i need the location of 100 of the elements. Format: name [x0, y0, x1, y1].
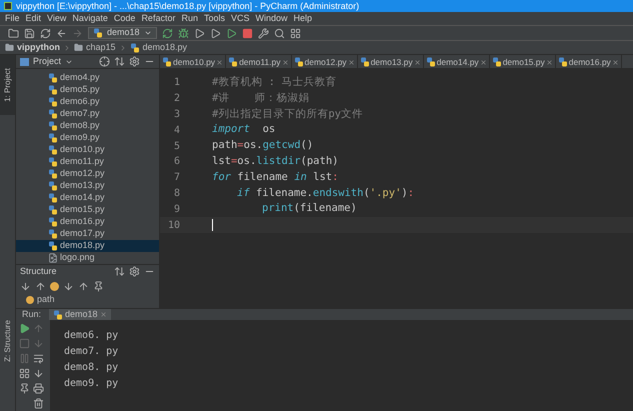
settings-icon[interactable]	[129, 56, 140, 67]
variable-icon	[26, 296, 34, 304]
tree-item[interactable]: demo18.py	[16, 240, 159, 252]
file-name: demo5.py	[60, 83, 100, 96]
editor-tab[interactable]: demo16.py	[556, 55, 622, 68]
editor-tab[interactable]: demo10.py	[160, 55, 226, 68]
tree-item[interactable]: demo10.py	[16, 144, 159, 156]
tree-item[interactable]: demo17.py	[16, 228, 159, 240]
tree-item[interactable]: demo7.py	[16, 108, 159, 120]
code-line: #列出指定目录下的所有py文件	[212, 106, 363, 122]
close-icon[interactable]	[612, 58, 619, 66]
layout-icon[interactable]	[19, 368, 30, 379]
line-number: 1	[172, 76, 180, 90]
panel-title[interactable]: Project	[33, 54, 62, 68]
python-file-icon	[426, 57, 436, 67]
editor-tab[interactable]: demo14.py	[424, 55, 490, 68]
wrench-icon[interactable]	[258, 28, 269, 38]
tree-item[interactable]: demo16.py	[16, 216, 159, 228]
menu-item[interactable]: Tools	[204, 12, 225, 26]
trash-icon[interactable]	[33, 398, 44, 409]
debug-icon[interactable]	[178, 28, 189, 38]
tree-item[interactable]: demo6.py	[16, 96, 159, 108]
tree-item[interactable]: demo5.py	[16, 84, 159, 96]
tree-item[interactable]: demo4.py	[16, 72, 159, 84]
file-name: demo12.py	[60, 167, 105, 180]
file-name: demo11.py	[60, 155, 104, 168]
soft-wrap-icon[interactable]	[33, 353, 44, 364]
python-file-icon	[48, 97, 58, 107]
pin-icon[interactable]	[19, 383, 30, 394]
breadcrumb-item[interactable]: chap15	[86, 40, 116, 54]
search-icon[interactable]	[274, 28, 285, 38]
python-file-icon	[48, 133, 58, 143]
close-icon[interactable]	[414, 58, 421, 66]
menu-item[interactable]: VCS	[230, 12, 250, 26]
crosshair-icon[interactable]	[99, 56, 110, 67]
rerun-icon[interactable]	[162, 28, 173, 38]
side-tab[interactable]: Z: Structure	[2, 320, 14, 362]
file-name: logo.png	[60, 251, 95, 264]
close-icon[interactable]	[480, 58, 487, 66]
editor-tab[interactable]: demo12.py	[292, 55, 358, 68]
code-line: if filename.endswith('.py'):	[237, 186, 414, 201]
close-icon[interactable]	[282, 58, 288, 66]
close-icon[interactable]	[546, 58, 553, 66]
save-icon[interactable]	[24, 28, 35, 38]
close-icon[interactable]	[348, 58, 355, 66]
breadcrumb-item[interactable]: demo18.py	[142, 40, 188, 54]
tree-item[interactable]: demo13.py	[16, 180, 159, 192]
tree-item[interactable]: demo11.py	[16, 156, 159, 168]
tree-item[interactable]: logo.png	[16, 252, 159, 264]
line-number: 9	[172, 202, 180, 217]
caret-icon	[144, 29, 152, 37]
menu-item[interactable]: Refactor	[141, 12, 176, 26]
text-cursor	[212, 219, 213, 232]
folder-icon[interactable]	[8, 28, 19, 38]
tree-item[interactable]: demo14.py	[16, 192, 159, 204]
close-icon[interactable]	[216, 58, 224, 66]
menu-item[interactable]: Help	[294, 12, 312, 26]
menu-item[interactable]: View	[47, 12, 66, 26]
editor-tab[interactable]: demo11.py	[226, 55, 292, 68]
output-line: demo6. py	[64, 329, 118, 342]
back-icon[interactable]	[56, 28, 67, 38]
python-file-icon	[48, 205, 58, 215]
file-name: demo15.py	[60, 203, 105, 216]
tree-item[interactable]: demo12.py	[16, 168, 159, 180]
menu-item[interactable]: Window	[256, 12, 288, 26]
menu-item[interactable]: Run	[181, 12, 198, 26]
editor-tab[interactable]: demo15.py	[490, 55, 556, 68]
python-file-icon	[48, 109, 58, 119]
line-number: 4	[172, 124, 180, 138]
menu-item[interactable]: Navigate	[72, 12, 108, 26]
python-file-icon	[360, 57, 370, 67]
python-file-icon	[130, 42, 140, 52]
windows-icon[interactable]	[290, 28, 301, 38]
line-number: 7	[172, 171, 180, 186]
panel-title: Structure	[20, 264, 57, 278]
refresh-icon[interactable]	[40, 28, 51, 38]
python-file-icon	[558, 57, 568, 67]
code-line: #讲 师：杨淑娟	[212, 90, 310, 106]
file-name: demo14.py	[60, 191, 105, 204]
run-config-dropdown[interactable]: demo18	[88, 27, 157, 39]
run-icon[interactable]	[226, 28, 237, 38]
structure-item[interactable]: path	[37, 293, 55, 307]
tree-item[interactable]: demo9.py	[16, 132, 159, 144]
project-icon	[20, 58, 29, 66]
tree-item[interactable]: demo8.py	[16, 120, 159, 132]
tree-item[interactable]: demo15.py	[16, 204, 159, 216]
menu-item[interactable]: Edit	[26, 12, 42, 26]
folder-icon	[74, 43, 83, 52]
python-file-icon	[48, 217, 58, 227]
menu-item[interactable]: Code	[114, 12, 136, 26]
print-icon[interactable]	[33, 383, 44, 394]
run-icon[interactable]	[19, 323, 30, 334]
menu-item[interactable]: File	[5, 12, 20, 26]
run-tab[interactable]: demo18	[49, 308, 111, 320]
breadcrumb-item[interactable]: vippython	[17, 40, 60, 54]
settings-icon[interactable]	[129, 266, 140, 277]
python-file-icon	[228, 57, 238, 67]
output-line: demo8. py	[64, 361, 118, 374]
editor-tab[interactable]: demo13.py	[358, 55, 424, 68]
stop-icon[interactable]	[242, 28, 253, 38]
